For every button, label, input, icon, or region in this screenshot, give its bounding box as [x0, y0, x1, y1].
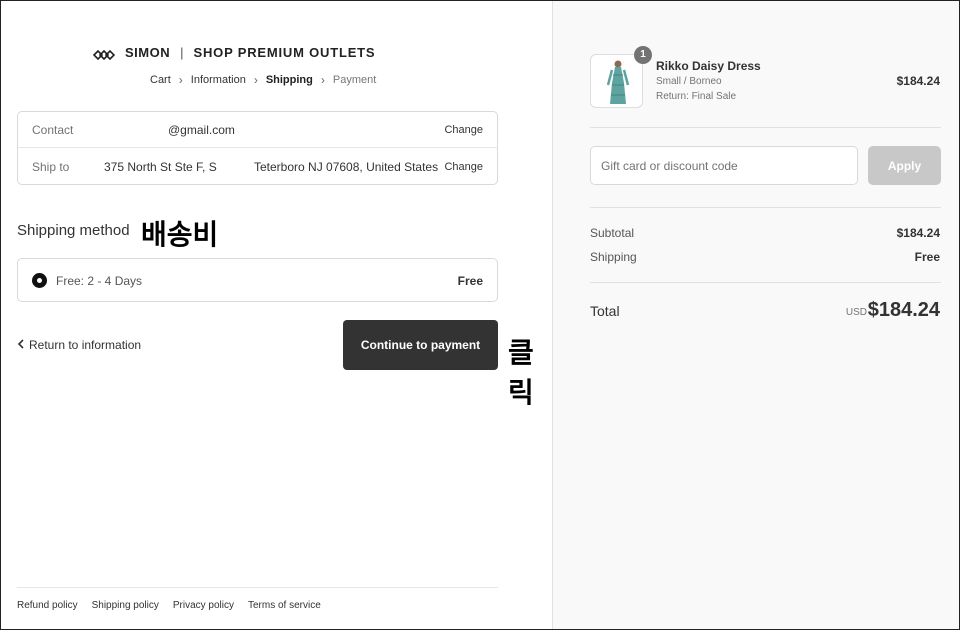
change-contact-link[interactable]: Change: [444, 124, 483, 136]
shipping-option-label: Free: 2 - 4 Days: [56, 274, 143, 288]
contact-row: Contact @gmail.com Change: [18, 112, 497, 148]
return-label: Return to information: [29, 338, 142, 352]
summary-divider: [590, 127, 941, 128]
summary-divider: [590, 207, 941, 208]
summary-divider: [590, 282, 941, 283]
change-address-link[interactable]: Change: [444, 161, 483, 173]
total-value: $184.24: [867, 299, 940, 321]
store-logo[interactable]: SIMON | SHOP PREMIUM OUTLETS: [92, 43, 376, 61]
shipping-method-title: Shipping method: [17, 222, 130, 239]
shipping-value: Free: [914, 250, 940, 264]
product-price: $184.24: [896, 74, 940, 88]
quantity-badge: 1: [634, 46, 652, 64]
logo-text: SIMON: [125, 44, 171, 60]
chevron-right-icon: ›: [320, 73, 325, 87]
product-variant: Small / Borneo: [656, 76, 722, 87]
contact-value: @gmail.com: [168, 122, 235, 137]
footer-links: Refund policy Shipping policy Privacy po…: [17, 600, 321, 611]
ship-to-row: Ship to 375 North St Ste F, S Teterboro …: [18, 149, 497, 185]
order-summary: 1 Rikko Daisy Dress Small / Borneo Retur…: [552, 1, 959, 629]
ship-to-address: 375 North St Ste F, S: [104, 160, 217, 174]
ship-to-city: Teterboro NJ 07608, United States: [254, 160, 439, 174]
product-thumbnail: [590, 54, 643, 108]
continue-to-payment-button[interactable]: Continue to payment: [343, 320, 498, 370]
refund-policy-link[interactable]: Refund policy: [17, 600, 78, 611]
shipping-radio[interactable]: [32, 273, 47, 288]
product-return-policy: Return: Final Sale: [656, 91, 737, 102]
dress-image: [606, 60, 630, 104]
checkout-main: SIMON | SHOP PREMIUM OUTLETS Cart › Info…: [1, 1, 552, 629]
breadcrumb-cart[interactable]: Cart: [150, 74, 171, 86]
total-label: Total: [590, 303, 620, 319]
shipping-cost-annotation: 배송비: [141, 218, 219, 251]
subtotal-label: Subtotal: [590, 226, 635, 240]
shipping-policy-link[interactable]: Shipping policy: [92, 600, 159, 611]
chevron-right-icon: ›: [253, 73, 258, 87]
chevron-right-icon: ›: [178, 73, 183, 87]
terms-of-service-link[interactable]: Terms of service: [248, 600, 321, 611]
shipping-label: Shipping: [590, 250, 637, 264]
subtotal-value: $184.24: [896, 226, 940, 240]
discount-code-input[interactable]: [590, 146, 858, 185]
shipping-option[interactable]: Free: 2 - 4 Days Free: [17, 258, 498, 302]
simon-logo-icon: [92, 47, 116, 61]
breadcrumb-information[interactable]: Information: [191, 74, 246, 86]
breadcrumb-payment: Payment: [332, 74, 377, 86]
return-to-information-link[interactable]: Return to information: [17, 338, 141, 352]
breadcrumb: Cart › Information › Shipping › Payment: [150, 73, 376, 87]
chevron-left-icon: [17, 338, 25, 352]
ship-to-label: Ship to: [32, 160, 70, 174]
logo-separator: |: [180, 44, 184, 60]
breadcrumb-shipping: Shipping: [265, 74, 313, 86]
total-currency: USD: [845, 307, 867, 318]
product-name: Rikko Daisy Dress: [656, 59, 761, 73]
shipping-option-price: Free: [457, 274, 483, 288]
footer-divider: [17, 587, 498, 588]
review-box: Contact @gmail.com Change Ship to 375 No…: [17, 111, 498, 185]
apply-discount-button[interactable]: Apply: [868, 146, 941, 185]
click-annotation: 클릭: [508, 336, 534, 409]
store-name: SHOP PREMIUM OUTLETS: [193, 44, 376, 60]
contact-label: Contact: [32, 122, 74, 137]
privacy-policy-link[interactable]: Privacy policy: [173, 600, 234, 611]
